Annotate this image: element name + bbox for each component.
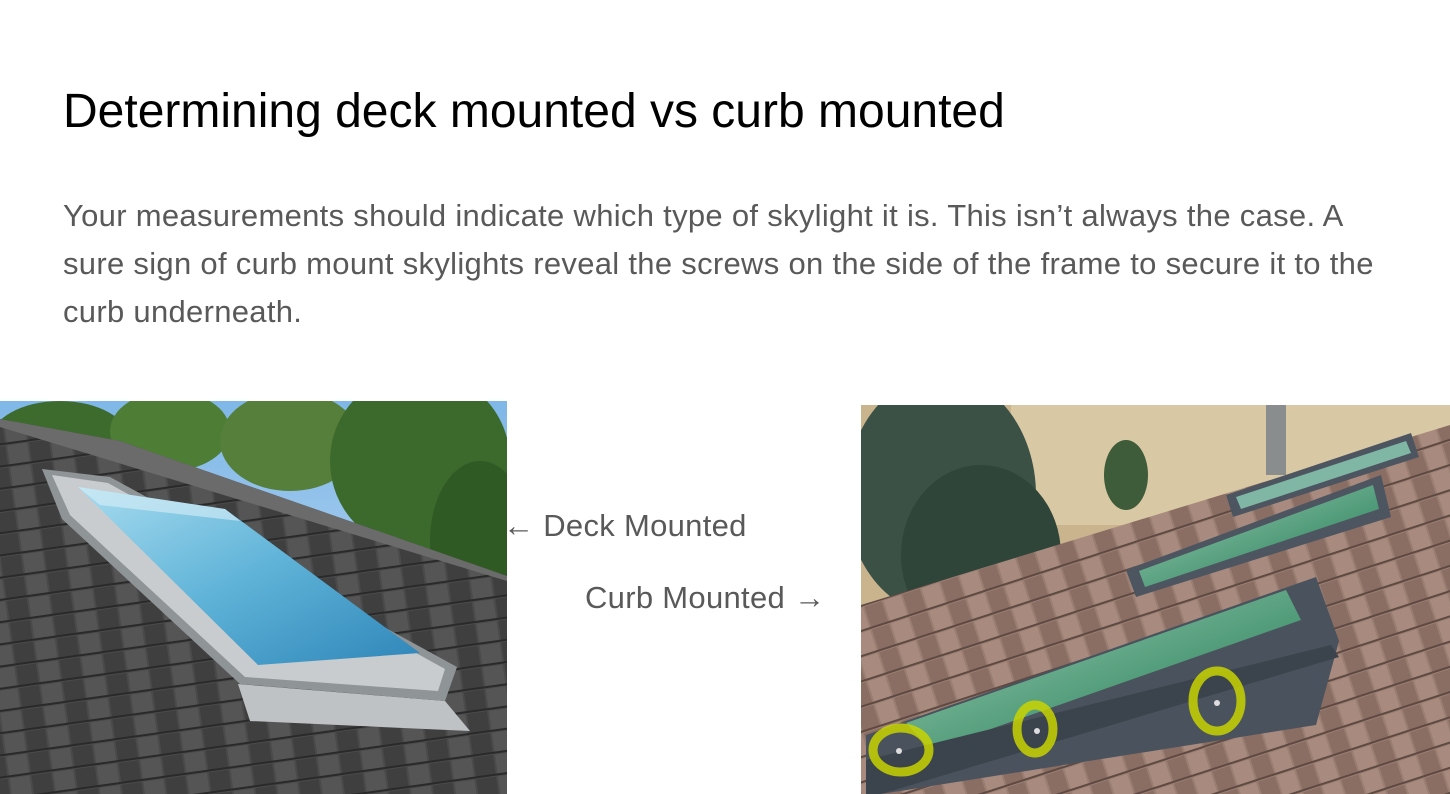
slide-title: Determining deck mounted vs curb mounted bbox=[63, 85, 1005, 138]
deck-mounted-skylight-photo bbox=[0, 401, 507, 794]
slide-body-text: Your measurements should indicate which … bbox=[63, 198, 1374, 329]
curb-mounted-skylights-photo bbox=[861, 405, 1450, 794]
deck-mounted-label: ← Deck Mounted bbox=[503, 508, 747, 543]
curb-mounted-label: Curb Mounted → bbox=[585, 580, 826, 615]
